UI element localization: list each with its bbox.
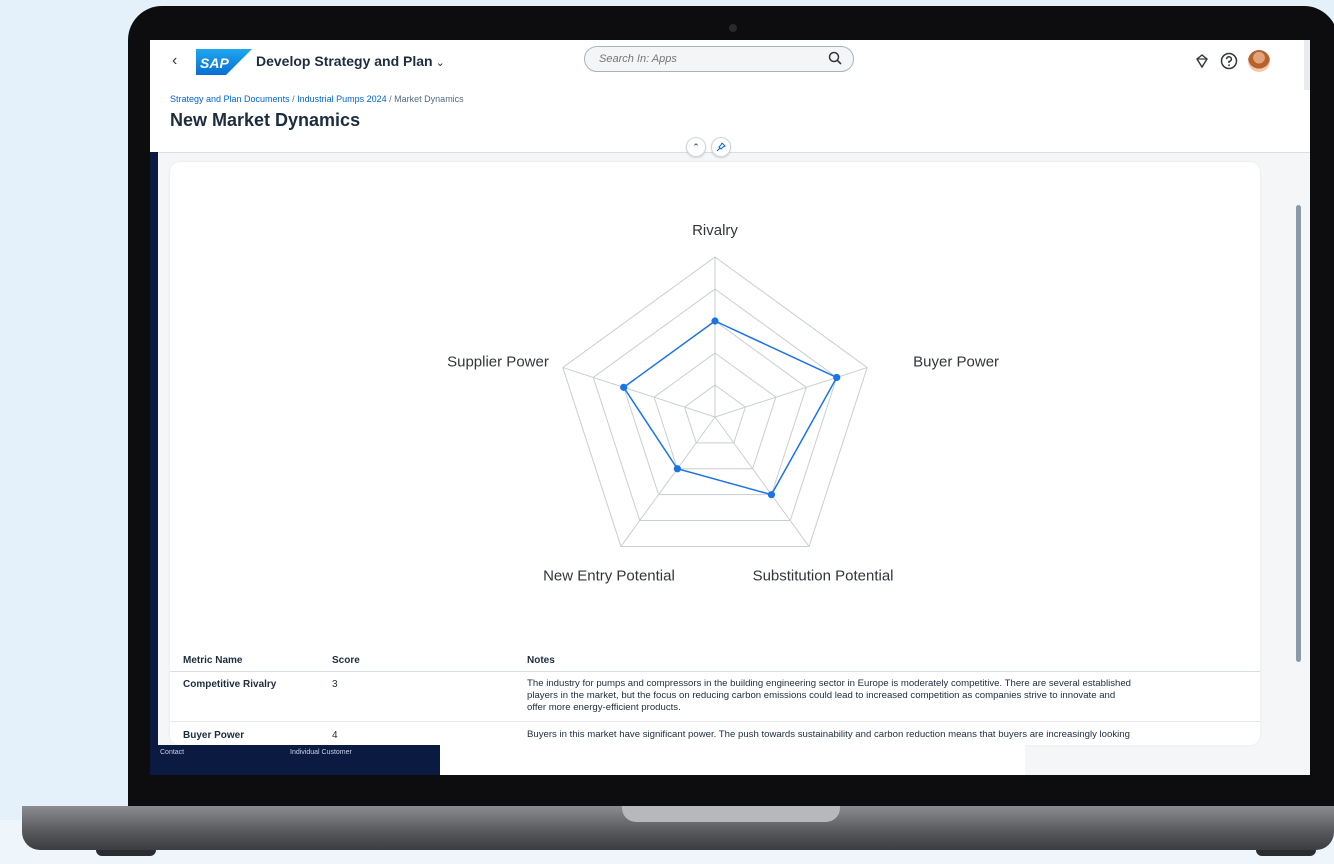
diamond-icon[interactable] [1194,53,1210,69]
app-title-menu[interactable]: Develop Strategy and Plan ⌄ [256,53,445,69]
page-title: New Market Dynamics [170,110,361,130]
side-navigation [150,152,158,775]
chevron-up-icon: ⌃ [692,141,700,152]
laptop-foot [1256,850,1316,856]
nav-link-contact[interactable]: Contact [160,749,184,756]
top-scroll-track [1304,40,1310,90]
radar-data-point [833,373,841,382]
pin-icon [716,142,726,152]
breadcrumb-link[interactable]: Strategy and Plan Documents [170,94,290,104]
radar-axis-label: New Entry Potential [543,567,675,584]
footer-panel [440,745,1025,775]
logo-text: SAP [200,55,229,71]
radar-chart: Rivalry Buyer Power Substitution Potential… [447,222,999,584]
metric-name: Buyer Power [183,730,245,741]
camera [729,24,737,32]
column-header-notes[interactable]: Notes [527,655,555,666]
radar-spoke [714,367,868,418]
search-icon[interactable] [827,50,843,66]
laptop-foot [96,850,156,856]
breadcrumb: Strategy and Plan Documents / Industrial… [170,94,464,104]
radar-axis-label: Rivalry [692,222,738,239]
search-field[interactable] [584,46,854,72]
table-row[interactable]: Competitive Rivalry 3 The industry for p… [170,672,1260,722]
shell-bar: ‹ SAP Develop Strategy and Plan ⌄ [150,40,1310,90]
breadcrumb-link[interactable]: Industrial Pumps 2024 [297,94,387,104]
breadcrumb-current: Market Dynamics [394,94,464,104]
column-header-score[interactable]: Score [332,655,360,666]
radar-axis-label: Buyer Power [913,354,999,371]
radar-data-point [673,465,681,473]
user-avatar[interactable] [1248,50,1270,72]
notes-line: The industry for pumps and compressors i… [527,678,1132,689]
pin-header-button[interactable] [711,137,731,157]
radar-axis-label: Supplier Power [447,354,549,371]
metric-notes: The industry for pumps and compressors i… [527,678,1247,714]
shell-actions [1194,50,1270,72]
metric-score: 3 [332,679,338,690]
radar-data-point [767,491,776,499]
search-input[interactable] [597,52,821,66]
vertical-scrollbar[interactable] [1296,205,1301,662]
laptop-notch [622,806,840,822]
nav-link-individual-customer[interactable]: Individual Customer [290,749,352,756]
side-navigation-footer: Contact Individual Customer [150,745,440,775]
screen: ‹ SAP Develop Strategy and Plan ⌄ Search… [150,40,1310,775]
market-dynamics-card: Rivalry Buyer Power Substitution Potential… [170,162,1260,745]
column-header-metric-name[interactable]: Metric Name [183,655,242,666]
notes-line: offer more energy-efficient products. [527,702,681,713]
back-icon[interactable]: ‹ [172,52,177,70]
radar-spoke [620,416,716,547]
metric-notes: Buyers in this market have significant p… [527,729,1247,741]
radar-data-point [711,317,719,325]
app-title: Develop Strategy and Plan [256,53,433,69]
sap-logo[interactable]: SAP [196,49,252,75]
radar-spoke [714,416,810,547]
radar-data-point [620,383,628,391]
help-icon[interactable] [1220,52,1238,70]
notes-line: Buyers in this market have significant p… [527,729,1130,740]
metric-score: 4 [332,730,338,741]
chevron-down-icon: ⌄ [435,57,445,69]
radar-axis-label: Substitution Potential [753,567,894,584]
notes-line: players in the market, but the focus on … [527,690,1116,701]
collapse-header-button[interactable]: ⌃ [686,137,706,157]
table-header-row: Metric Name Score Notes [170,649,1260,672]
metric-name: Competitive Rivalry [183,679,277,690]
